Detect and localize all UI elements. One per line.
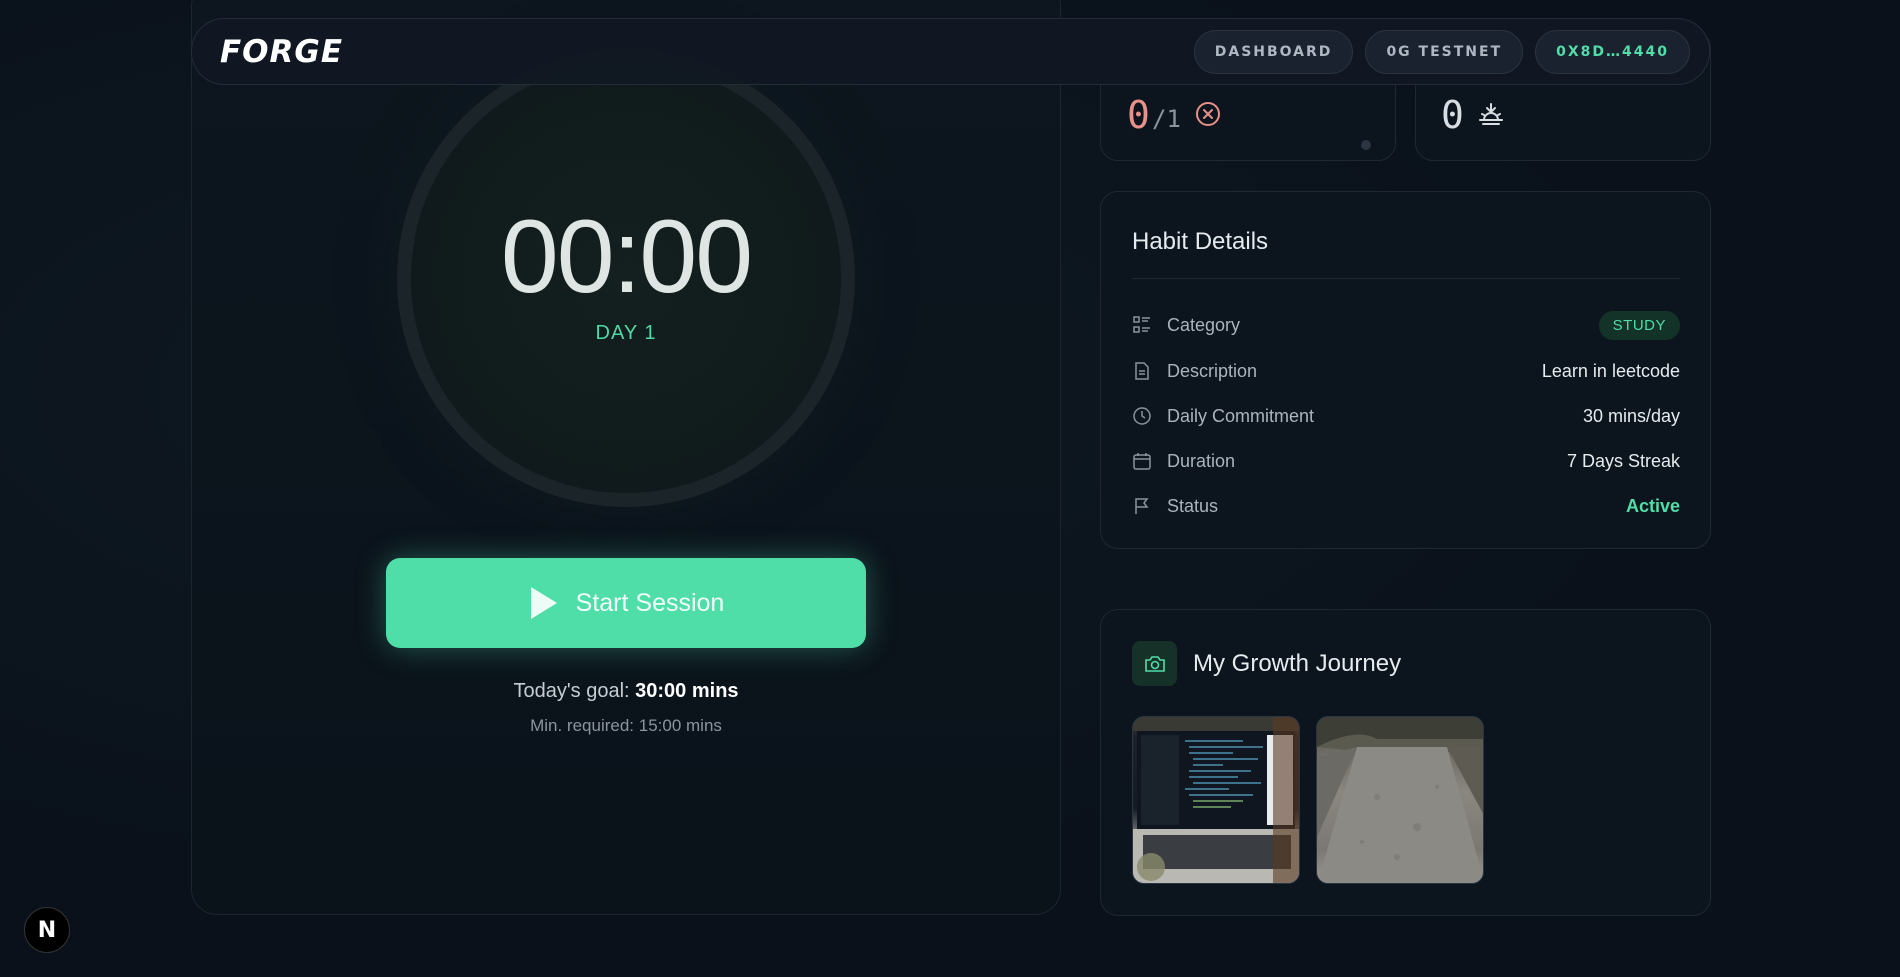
completed-count: 0	[1127, 93, 1150, 137]
detail-value: Learn in leetcode	[1541, 360, 1680, 381]
document-icon	[1135, 362, 1149, 380]
detail-value: 7 Days Streak	[1566, 450, 1680, 471]
status-dot	[1361, 140, 1371, 150]
flag-icon	[1135, 498, 1149, 514]
detail-label: Daily Commitment	[1167, 405, 1315, 426]
dashboard-link[interactable]: DASHBOARD	[1193, 29, 1354, 74]
journey-photo-laptop[interactable]	[1132, 716, 1300, 884]
growth-journey-card: My Growth Journey	[1100, 609, 1711, 916]
min-required: Min. required: 15:00 mins	[530, 716, 722, 735]
streak-count: 0	[1441, 93, 1464, 137]
logo-text: FORGE	[220, 33, 344, 70]
camera-button[interactable]	[1132, 641, 1177, 686]
corner-n-badge[interactable]: N	[24, 907, 70, 953]
detail-row-duration: Duration 7 Days Streak	[1132, 446, 1680, 476]
detail-label: Description	[1167, 360, 1258, 381]
start-session-button[interactable]: Start Session	[386, 558, 866, 648]
road-photo-image	[1317, 717, 1483, 883]
journey-photo-road[interactable]	[1316, 716, 1484, 884]
sunrise-icon	[1479, 103, 1503, 125]
day-label: DAY 1	[595, 322, 657, 344]
detail-label: Duration	[1167, 450, 1236, 471]
calendar-icon	[1133, 453, 1151, 470]
list-icon	[1133, 316, 1150, 333]
detail-label: Category	[1167, 314, 1241, 335]
detail-label: Status	[1167, 495, 1219, 516]
top-navbar: FORGE DASHBOARD 0G TESTNET 0X8D…4440	[191, 18, 1710, 85]
growth-journey-title: My Growth Journey	[1193, 650, 1402, 677]
start-session-label: Start Session	[575, 588, 725, 617]
network-pill[interactable]: 0G TESTNET	[1365, 29, 1524, 74]
wallet-address-pill[interactable]: 0X8D…4440	[1535, 29, 1690, 74]
habit-details-title: Habit Details	[1132, 228, 1269, 255]
detail-row-commitment: Daily Commitment 30 mins/day	[1132, 401, 1680, 431]
status-value: Active	[1625, 495, 1680, 516]
goal-value: 30:00 mins	[635, 680, 739, 702]
detail-row-status: Status Active	[1132, 491, 1680, 521]
nav-pills: DASHBOARD 0G TESTNET 0X8D…4440	[1193, 29, 1690, 74]
detail-row-description: Description Learn in leetcode	[1132, 356, 1680, 386]
divider	[1132, 278, 1680, 279]
laptop-photo-image	[1133, 717, 1299, 883]
x-circle-icon	[1196, 102, 1220, 126]
detail-value: 30 mins/day	[1582, 405, 1680, 426]
habit-details-card: Habit Details Category STUDY Description…	[1100, 191, 1711, 549]
camera-icon	[1144, 655, 1165, 672]
detail-row-category: Category STUDY	[1132, 310, 1680, 340]
timer-display: 00:00	[500, 199, 753, 315]
todays-goal: Today's goal: 30:00 mins	[386, 680, 866, 703]
goal-prefix: Today's goal:	[513, 680, 630, 702]
play-icon	[530, 587, 557, 619]
clock-icon	[1133, 407, 1151, 425]
forge-logo[interactable]: FORGE	[220, 34, 343, 70]
category-badge: STUDY	[1598, 310, 1680, 340]
completed-of: /1	[1152, 105, 1181, 133]
